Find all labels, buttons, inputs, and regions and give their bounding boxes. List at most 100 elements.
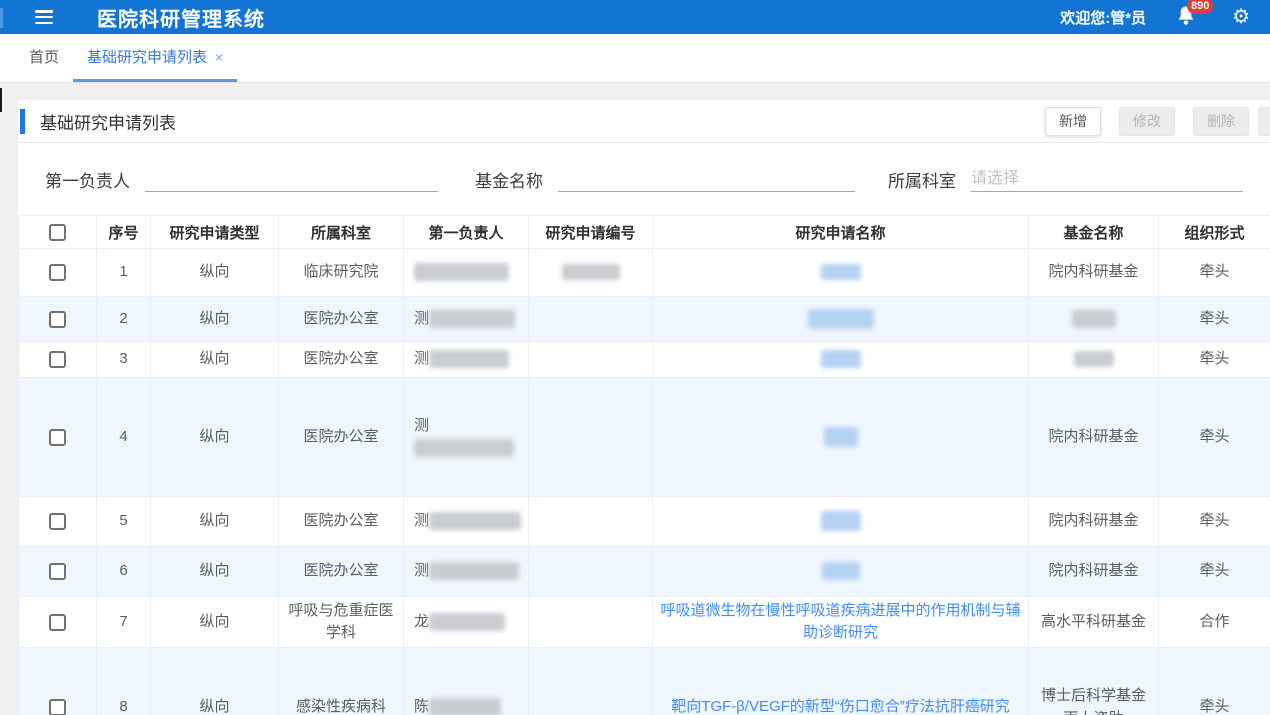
cell-name — [653, 378, 1029, 497]
application-name-link[interactable]: 呼吸道微生物在慢性呼吸道疾病进展中的作用机制与辅助诊断研究 — [660, 602, 1020, 642]
person-name-fragment: 测 — [414, 310, 429, 327]
sidebar-edge-strip — [0, 8, 3, 28]
row-checkbox[interactable] — [49, 429, 66, 446]
cell-number — [529, 342, 653, 378]
col-dept: 所属科室 — [279, 216, 404, 249]
table-row: 4纵向医院办公室测院内科研基金牵头 — [19, 378, 1270, 497]
title-accent-bar — [20, 109, 25, 134]
col-person: 第一负责人 — [404, 216, 529, 249]
col-org: 组织形式 — [1159, 216, 1270, 249]
tab-close-icon[interactable]: × — [215, 49, 223, 65]
notification-badge: 890 — [1187, 0, 1213, 14]
person-name-fragment: 测 — [414, 350, 429, 367]
first-leader-input[interactable] — [145, 166, 438, 192]
tab-basic-research-list[interactable]: 基础研究申请列表× — [73, 46, 237, 82]
table-row: 8纵向感染性疾病科陈靶向TGF-β/VEGF的新型“伤口愈合”疗法抗肝癌研究博士… — [19, 648, 1270, 715]
edit-button[interactable]: 修改 — [1119, 107, 1175, 136]
list-panel: 基础研究申请列表 新增 修改 删除 第一负责人 基金名称 所属科室 — [18, 100, 1270, 715]
cell-seq: 1 — [97, 249, 151, 297]
app-title: 医院科研管理系统 — [97, 3, 265, 32]
cell-select — [19, 648, 97, 715]
toolbar: 新增 修改 删除 — [1045, 107, 1270, 136]
cell-type: 纵向 — [151, 497, 279, 547]
select-all-checkbox[interactable] — [49, 224, 66, 241]
cell-seq: 2 — [97, 297, 151, 342]
redacted-text — [822, 562, 860, 580]
cell-name — [653, 249, 1029, 297]
cell-fund: 院内科研基金 — [1029, 497, 1159, 547]
cell-dept: 感染性疾病科 — [279, 648, 404, 715]
table-header-row: 序号 研究申请类型 所属科室 第一负责人 研究申请编号 研究申请名称 基金名称 … — [19, 216, 1270, 249]
department-select[interactable] — [971, 166, 1243, 192]
row-checkbox[interactable] — [49, 311, 66, 328]
delete-button[interactable]: 删除 — [1193, 107, 1249, 136]
settings-gear-icon[interactable]: ⚙ — [1232, 7, 1250, 27]
cell-org: 牵头 — [1159, 342, 1270, 378]
redacted-text — [821, 264, 861, 280]
cell-name — [653, 547, 1029, 597]
cell-type: 纵向 — [151, 342, 279, 378]
fund-name: 院内科研基金 — [1035, 261, 1152, 284]
cell-person: 龙 — [404, 597, 529, 648]
page-title: 基础研究申请列表 — [40, 109, 176, 134]
app-window: 医院科研管理系统 欢迎您:管*员 890 ⚙ 首页 基础研究申请列表× 基础研究… — [0, 0, 1270, 715]
redacted-text — [429, 613, 505, 631]
application-name-link[interactable]: 靶向TGF-β/VEGF的新型“伤口愈合”疗法抗肝癌研究 — [671, 698, 1010, 715]
cell-seq: 5 — [97, 497, 151, 547]
cell-number — [529, 597, 653, 648]
redacted-text — [1072, 310, 1116, 328]
table-row: 2纵向医院办公室测牵头 — [19, 297, 1270, 342]
cell-org: 牵头 — [1159, 497, 1270, 547]
table-row: 6纵向医院办公室测院内科研基金牵头 — [19, 547, 1270, 597]
person-name-fragment: 陈 — [414, 698, 429, 715]
cell-type: 纵向 — [151, 648, 279, 715]
cell-select — [19, 547, 97, 597]
cell-name: 靶向TGF-β/VEGF的新型“伤口愈合”疗法抗肝癌研究 — [653, 648, 1029, 715]
fund-name: 院内科研基金 — [1035, 510, 1152, 533]
row-checkbox[interactable] — [49, 264, 66, 281]
cell-dept: 临床研究院 — [279, 249, 404, 297]
redacted-text — [429, 562, 519, 580]
panel-header: 基础研究申请列表 新增 修改 删除 — [18, 100, 1270, 143]
tab-home[interactable]: 首页 — [15, 46, 73, 82]
redacted-text — [414, 439, 514, 457]
cell-select — [19, 378, 97, 497]
cell-dept: 医院办公室 — [279, 378, 404, 497]
cell-fund: 院内科研基金 — [1029, 547, 1159, 597]
notifications-button[interactable]: 890 — [1174, 4, 1200, 30]
department-label: 所属科室 — [888, 167, 956, 192]
row-checkbox[interactable] — [49, 513, 66, 530]
fund-name-input[interactable] — [558, 166, 855, 192]
redacted-text — [414, 263, 509, 281]
clipped-button[interactable] — [1258, 107, 1270, 136]
cell-dept: 医院办公室 — [279, 547, 404, 597]
fund-name: 院内科研基金 — [1035, 560, 1152, 583]
redacted-text — [821, 511, 861, 531]
cell-person: 测 — [404, 297, 529, 342]
fund-name-line2: 面上资助 — [1035, 708, 1152, 715]
row-checkbox[interactable] — [49, 351, 66, 368]
row-checkbox[interactable] — [49, 563, 66, 580]
fund-name: 高水平科研基金 — [1035, 611, 1152, 634]
tab-home-label: 首页 — [29, 49, 59, 66]
col-seq: 序号 — [97, 216, 151, 249]
hamburger-menu-icon[interactable] — [35, 10, 53, 24]
welcome-text: 欢迎您:管*员 — [1060, 7, 1146, 28]
cell-type: 纵向 — [151, 597, 279, 648]
person-name-fragment: 龙 — [414, 613, 429, 630]
cell-select — [19, 497, 97, 547]
cell-number — [529, 648, 653, 715]
cell-person: 测 — [404, 378, 529, 497]
add-button[interactable]: 新增 — [1045, 107, 1101, 136]
row-checkbox[interactable] — [49, 614, 66, 631]
row-checkbox[interactable] — [49, 699, 66, 715]
data-table: 序号 研究申请类型 所属科室 第一负责人 研究申请编号 研究申请名称 基金名称 … — [18, 215, 1270, 715]
cell-type: 纵向 — [151, 378, 279, 497]
cell-number — [529, 378, 653, 497]
cell-person — [404, 249, 529, 297]
header-actions: 欢迎您:管*员 890 ⚙ — [1060, 4, 1270, 30]
tab-bar: 首页 基础研究申请列表× — [0, 34, 1270, 83]
content-area: 基础研究申请列表 新增 修改 删除 第一负责人 基金名称 所属科室 — [0, 83, 1270, 715]
table-row: 3纵向医院办公室测牵头 — [19, 342, 1270, 378]
redacted-text — [429, 350, 509, 368]
